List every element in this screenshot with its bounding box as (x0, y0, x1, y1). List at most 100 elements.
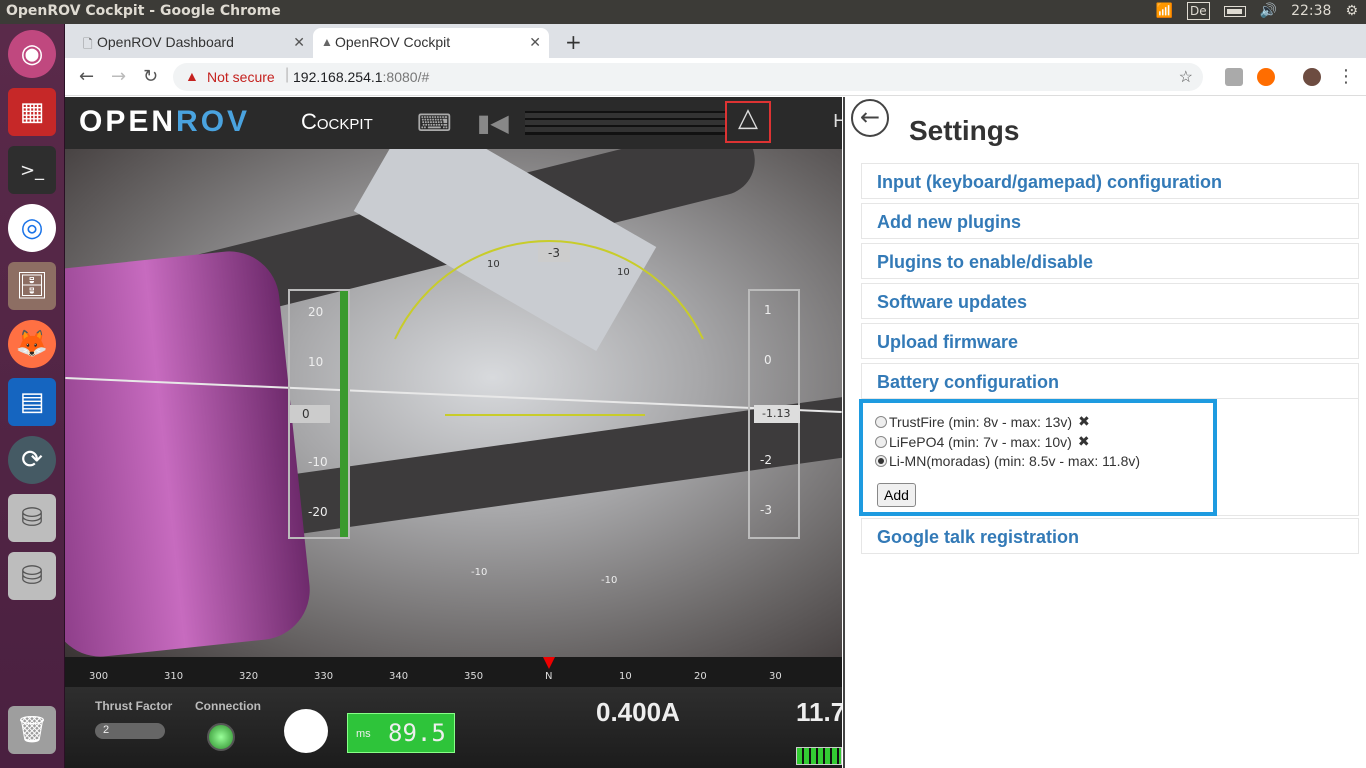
setting-add-new-plugins[interactable]: Add new plugins (861, 203, 1359, 239)
cockpit-title: Cockpit (301, 109, 373, 134)
light-indicator (525, 111, 725, 135)
ubuntu-dash-icon[interactable]: ◉ (8, 30, 56, 78)
depth-tick-label: -10 (308, 455, 328, 469)
battery-radio[interactable] (875, 435, 887, 448)
depth-bar (340, 291, 348, 537)
compass-strip: 300 310 320 330 340 350 N 10 20 30 (65, 657, 842, 687)
add-battery-button[interactable]: Add (877, 483, 916, 507)
connection-indicator (207, 723, 235, 751)
keyboard-layout-indicator[interactable]: De (1187, 2, 1210, 20)
gauge-tick-label: -2 (760, 453, 772, 467)
back-arrow-icon[interactable]: ← (851, 99, 889, 137)
security-label[interactable]: Not secure (207, 69, 275, 85)
system-monitor-icon[interactable]: ▦ (8, 88, 56, 136)
url-text[interactable]: 192.168.254.1:8080/# (293, 69, 429, 85)
compass-tick: N (545, 671, 553, 682)
depth-gauge: 20 10 -10 -20 0 (288, 289, 350, 539)
software-updater-icon[interactable]: ⟳ (8, 436, 56, 484)
tab-label: OpenROV Cockpit (335, 34, 451, 50)
trash-icon[interactable]: 🗑 (8, 706, 56, 754)
video-scene (65, 246, 315, 657)
compass-tick: 340 (389, 671, 409, 682)
voltage-readout: 11.7 (796, 697, 842, 727)
chrome-icon[interactable]: ◎ (8, 204, 56, 252)
writer-icon[interactable]: ▤ (8, 378, 56, 426)
clock[interactable]: 22:38 (1291, 3, 1331, 19)
setting-google-talk-registration[interactable]: Google talk registration (861, 518, 1359, 554)
battery-label: LiFePO4 (min: 7v - max: 10v) (889, 433, 1072, 450)
setting-input-configuration[interactable]: Input (keyboard/gamepad) configuration (861, 163, 1359, 199)
extension-icon[interactable] (1225, 68, 1243, 86)
latency-unit: ms (356, 728, 371, 740)
remove-icon[interactable]: ✖ (1078, 413, 1090, 430)
panel-indicators: 📶 De 🔊 22:38 ⚙ (1156, 2, 1358, 20)
keyboard-icon[interactable]: ⌨ (417, 109, 452, 137)
depth-value: 0 (290, 405, 330, 423)
disk-icon[interactable]: ⛁ (8, 552, 56, 600)
top-panel: OpenROV Cockpit - Google Chrome 📶 De 🔊 2… (0, 0, 1366, 24)
reload-button[interactable]: ↻ (143, 66, 158, 87)
cockpit-header: OPENROV Cockpit ⌨ ▮◀ △ H (65, 97, 842, 149)
battery-level-bar (796, 747, 842, 765)
battery-radio[interactable] (875, 415, 887, 428)
tab-openrov-cockpit[interactable]: ▲ OpenROV Cockpit ✕ (313, 28, 549, 58)
battery-option[interactable]: LiFePO4 (min: 7v - max: 10v) ✖ (875, 433, 1090, 450)
battery-icon[interactable] (1223, 5, 1246, 17)
remove-icon[interactable]: ✖ (1078, 433, 1090, 450)
setting-battery-configuration[interactable]: Battery configuration (861, 363, 1359, 399)
setting-software-updates[interactable]: Software updates (861, 283, 1359, 319)
status-bar: Thrust Factor 2 Connection ms 89.5 0.400… (65, 687, 842, 768)
connection-label: Connection (195, 699, 261, 713)
bookmark-star-icon[interactable]: ☆ (1179, 67, 1193, 87)
battery-option[interactable]: TrustFire (min: 8v - max: 13v) ✖ (875, 413, 1090, 430)
browser-toolbar: ← → ↻ ▲ Not secure | 192.168.254.1:8080/… (65, 58, 1366, 96)
new-tab-button[interactable]: + (565, 30, 582, 54)
gauge-tick-label: -3 (760, 503, 772, 517)
tab-strip: 🗋 OpenROV Dashboard ✕ ▲ OpenROV Cockpit … (65, 24, 1366, 58)
openrov-logo: OPENROV (79, 105, 251, 138)
compass-dial (284, 709, 328, 753)
warning-icon[interactable]: ▲ (185, 68, 199, 84)
extension-icon[interactable] (1257, 68, 1275, 86)
thrust-factor-slider[interactable]: 2 (95, 723, 165, 739)
forward-button[interactable]: → (111, 66, 126, 87)
tab-openrov-dashboard[interactable]: 🗋 OpenROV Dashboard ✕ (75, 28, 313, 58)
address-bar[interactable]: ▲ Not secure | 192.168.254.1:8080/# ☆ (173, 63, 1203, 91)
menu-icon[interactable]: ⋮ (1337, 66, 1355, 87)
openrov-favicon-icon: ▲ (321, 35, 333, 49)
camera-icon[interactable]: ▮◀ (477, 109, 509, 137)
battery-options: TrustFire (min: 8v - max: 13v) ✖ LiFePO4… (859, 399, 1217, 516)
wifi-icon[interactable]: 📶 (1156, 3, 1173, 19)
close-icon[interactable]: ✕ (529, 34, 541, 51)
right-gauge: 1 0 -2 -3 -1.13 (748, 289, 800, 539)
laser-icon[interactable]: △ (725, 101, 771, 143)
cockpit: OPENROV Cockpit ⌨ ▮◀ △ H -3 10 10 -10 -1… (65, 97, 842, 768)
horizon-indicator (445, 414, 645, 416)
close-icon[interactable]: ✕ (293, 34, 305, 51)
compass-tick: 330 (314, 671, 334, 682)
files-icon[interactable]: 🗄 (8, 262, 56, 310)
compass-tick: 350 (464, 671, 484, 682)
window-title: OpenROV Cockpit - Google Chrome (6, 3, 281, 19)
battery-radio-selected[interactable] (875, 455, 887, 467)
sound-icon[interactable]: 🔊 (1260, 3, 1277, 19)
setting-plugins-enable-disable[interactable]: Plugins to enable/disable (861, 243, 1359, 279)
battery-option[interactable]: Li-MN(moradas) (min: 8.5v - max: 11.8v) (875, 453, 1140, 469)
compass-tick: 310 (164, 671, 184, 682)
gauge-tick-label: 1 (764, 303, 772, 317)
pitch-arc (394, 240, 704, 340)
back-button[interactable]: ← (79, 66, 94, 87)
pitch-label: 10 (487, 259, 500, 270)
compass-tick: 30 (769, 671, 782, 682)
video-feed: -3 10 10 -10 -10 20 10 -10 -20 0 1 0 -2 … (65, 149, 842, 657)
compass-tick: 300 (89, 671, 109, 682)
terminal-icon[interactable]: >_ (8, 146, 56, 194)
battery-label: TrustFire (min: 8v - max: 13v) (889, 413, 1073, 430)
setting-upload-firmware[interactable]: Upload firmware (861, 323, 1359, 359)
gear-icon[interactable]: ⚙ (1345, 3, 1358, 19)
firefox-icon[interactable]: 🦊 (8, 320, 56, 368)
latency-value: 89.5 (388, 719, 446, 747)
profile-avatar[interactable] (1303, 68, 1321, 86)
launcher: ◉ ▦ >_ ◎ 🗄 🦊 ▤ ⟳ ⛁ ⛁ 🗑 (0, 24, 65, 768)
disk-icon[interactable]: ⛁ (8, 494, 56, 542)
